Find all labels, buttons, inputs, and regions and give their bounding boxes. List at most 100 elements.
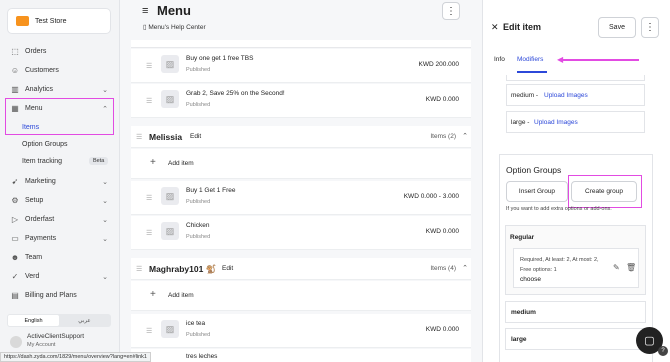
book-icon: ▯ — [143, 24, 147, 31]
sidebar-item-analytics[interactable]: ▥ Analytics ⌄ — [0, 80, 120, 99]
page-title: Menu — [157, 3, 191, 18]
table-row[interactable]: ☰ ▨ Grab 2, Save 25% on the Second! Publ… — [131, 84, 471, 118]
verd-icon: ✓ — [11, 272, 19, 281]
drag-handle-icon[interactable]: ☰ — [146, 97, 152, 105]
help-center-link[interactable]: ▯ Menu's Help Center — [143, 23, 206, 31]
item-price: KWD 0.000 — [425, 326, 459, 333]
user-name: ActiveClientSupport — [27, 333, 85, 340]
item-name: tres leches — [186, 353, 218, 360]
lang-arabic[interactable]: عربي — [59, 315, 110, 326]
tab-info[interactable]: Info — [494, 56, 505, 63]
category-edit-button[interactable]: Edit — [222, 265, 233, 272]
sidebar-item-customers[interactable]: ☺ Customers — [0, 61, 120, 80]
image-placeholder-icon: ▨ — [161, 55, 179, 73]
hamburger-icon[interactable]: ≡ — [142, 5, 148, 17]
team-icon: ☻ — [10, 253, 20, 262]
panel-more-button[interactable]: ⋮ — [641, 17, 659, 38]
category-header: ☰ Maghraby101 🐒 Edit Items (4) ⌃ — [131, 258, 471, 280]
drag-handle-icon[interactable]: ☰ — [146, 327, 152, 335]
add-item-button[interactable]: + Add item — [131, 281, 471, 311]
item-status: Published — [186, 102, 211, 108]
table-row[interactable]: ☰ ▨ ice tea Published KWD 0.000 — [131, 314, 471, 348]
user-account[interactable]: ActiveClientSupport My Account — [27, 333, 84, 348]
chevron-down-icon: ⌄ — [102, 178, 108, 186]
image-placeholder-icon: ▨ — [161, 90, 179, 108]
sidebar-sub-option-groups[interactable]: Option Groups — [22, 141, 68, 148]
table-row[interactable]: tres leches — [131, 349, 471, 362]
chevron-up-icon[interactable]: ⌃ — [462, 132, 468, 140]
upload-images-link[interactable]: Upload Images — [534, 119, 578, 126]
option-groups-hint: If you want to add extra options or add-… — [506, 206, 612, 212]
sidebar-sub-items[interactable]: Items — [22, 124, 39, 131]
table-row[interactable]: ☰ ▨ Buy 1 Get 1 Free Published KWD 0.000… — [131, 181, 471, 215]
drag-handle-icon[interactable]: ☰ — [146, 194, 152, 202]
item-name: Buy 1 Get 1 Free — [186, 187, 236, 194]
group-choose-text: choose — [520, 276, 541, 283]
save-button[interactable]: Save — [598, 17, 636, 38]
list-top-edge — [131, 40, 471, 48]
category-header: ☰ Melissia Edit Items (2) ⌃ — [131, 126, 471, 148]
group-sub-item: medium — [505, 301, 646, 323]
beta-badge: Beta — [89, 157, 109, 165]
pencil-icon[interactable]: ✎ — [613, 263, 620, 272]
sidebar-sub-item-tracking[interactable]: Item tracking — [22, 158, 62, 165]
status-bar-url: https://dash.zyda.com/1829/menu/overview… — [0, 352, 151, 362]
sidebar-item-orders[interactable]: ⬚ Orders — [0, 42, 120, 61]
orderfast-icon: ▷ — [11, 215, 19, 224]
user-role: My Account — [27, 342, 56, 348]
chevron-down-icon: ⌄ — [102, 197, 108, 205]
add-item-button[interactable]: + Add item — [131, 149, 471, 179]
panel-title: Edit item — [503, 22, 542, 32]
orders-icon: ⬚ — [11, 47, 19, 56]
table-row[interactable]: ☰ ▨ Buy one get 1 free TBS Published KWD… — [131, 49, 471, 83]
group-sub-item: large — [505, 328, 646, 350]
store-name: Test Store — [35, 17, 67, 25]
payments-icon: ▭ — [11, 234, 19, 243]
table-row[interactable]: ☰ ▨ Chicken Published KWD 0.000 — [131, 216, 471, 250]
group-free-text: Free options: 1 — [520, 267, 557, 273]
insert-group-button[interactable]: Insert Group — [506, 181, 568, 202]
sidebar-item-billing[interactable]: ▤ Billing and Plans — [0, 286, 120, 305]
option-groups-title: Option Groups — [506, 165, 562, 175]
sidebar-item-verd[interactable]: ✓ Verd ⌄ — [0, 267, 120, 286]
group-rule-card: Required, At least: 2, At most: 2, Free … — [513, 248, 639, 288]
variant-label: medium - — [511, 92, 539, 99]
item-price: KWD 0.000 — [425, 228, 459, 235]
drag-handle-icon[interactable]: ☰ — [136, 265, 142, 273]
image-placeholder-icon: ▨ — [161, 320, 179, 338]
analytics-icon: ▥ — [11, 85, 19, 94]
item-price: KWD 200.000 — [418, 61, 459, 68]
tab-modifiers[interactable]: Modifiers — [517, 56, 543, 63]
sidebar-item-payments[interactable]: ▭ Payments ⌄ — [0, 229, 120, 248]
customers-icon: ☺ — [10, 66, 20, 75]
store-switcher[interactable]: Test Store — [7, 8, 111, 34]
upload-images-link[interactable]: Upload Images — [544, 92, 588, 99]
item-name: Grab 2, Save 25% on the Second! — [186, 90, 285, 97]
more-options-button[interactable]: ⋮ — [442, 2, 460, 20]
drag-handle-icon[interactable]: ☰ — [136, 133, 142, 141]
category-edit-button[interactable]: Edit — [190, 133, 201, 140]
help-bubble-icon[interactable]: ? — [658, 346, 668, 356]
drag-handle-icon[interactable]: ☰ — [146, 62, 152, 70]
sidebar-item-orderfast[interactable]: ▷ Orderfast ⌄ — [0, 210, 120, 229]
close-icon[interactable]: ✕ — [491, 22, 499, 33]
item-status: Published — [186, 199, 211, 205]
avatar[interactable] — [10, 336, 22, 348]
sidebar-item-marketing[interactable]: ➹ Marketing ⌄ — [0, 172, 120, 191]
item-price: KWD 0.000 - 3.000 — [403, 193, 459, 200]
sidebar-item-team[interactable]: ☻ Team — [0, 248, 120, 267]
plus-icon: + — [150, 289, 156, 300]
item-price: KWD 0.000 — [425, 96, 459, 103]
lang-english[interactable]: English — [8, 315, 59, 326]
trash-icon[interactable]: 🗑 — [626, 263, 636, 272]
chevron-down-icon: ⌄ — [102, 235, 108, 243]
image-placeholder-icon: ▨ — [161, 187, 179, 205]
marketing-icon: ➹ — [11, 177, 19, 186]
plus-icon: + — [150, 157, 156, 168]
item-status: Published — [186, 332, 211, 338]
language-toggle[interactable]: English عربي — [7, 314, 111, 327]
drag-handle-icon[interactable]: ☰ — [146, 229, 152, 237]
chevron-up-icon[interactable]: ⌃ — [462, 264, 468, 272]
sidebar-item-setup[interactable]: ⚙ Setup ⌄ — [0, 191, 120, 210]
create-group-highlight-box — [568, 175, 642, 208]
